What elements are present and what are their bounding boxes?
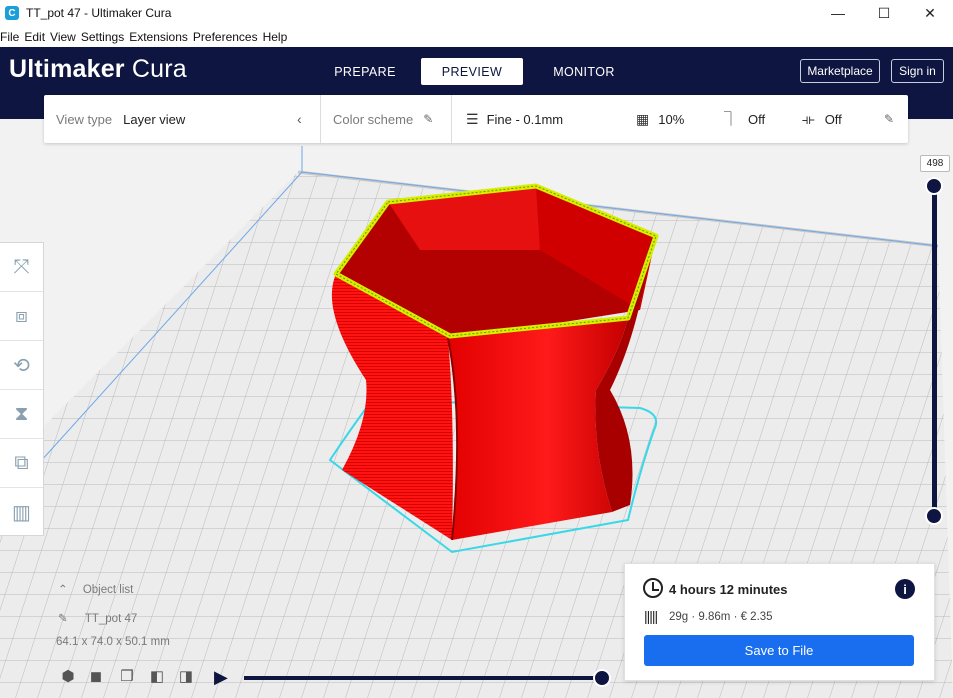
menu-bar: File Edit View Settings Extensions Prefe… — [0, 26, 953, 47]
path-slider-handle[interactable] — [593, 669, 611, 687]
adhesion-icon: ⟛ — [802, 110, 815, 127]
window-title: TT_pot 47 - Ultimaker Cura — [26, 6, 172, 20]
path-slider-track[interactable] — [244, 676, 602, 680]
profile-value: Fine - 0.1mm — [486, 111, 564, 127]
cura-app-icon: C — [5, 6, 19, 20]
info-icon[interactable]: i — [895, 579, 915, 599]
object-dimensions: 64.1 x 74.0 x 50.1 mm — [56, 636, 170, 648]
adhesion-value: Off — [824, 111, 842, 127]
close-button[interactable]: ✕ — [907, 0, 953, 26]
right-view-icon[interactable]: ◨ — [176, 666, 196, 686]
support-value: Off — [748, 111, 766, 127]
infill-icon: ▦ — [636, 110, 650, 127]
toolbar-divider — [320, 95, 321, 143]
stage-toolbar: View type Layer view ‹ Color scheme ✎ ☰ … — [44, 95, 908, 143]
tab-preview[interactable]: PREVIEW — [421, 58, 523, 85]
window-controls: — ☐ ✕ — [815, 0, 953, 26]
color-scheme-label: Color scheme — [333, 111, 414, 127]
profile-lines-icon: ☰ — [466, 110, 479, 127]
front-view-icon[interactable]: ◼ — [86, 666, 106, 686]
object-list-toggle[interactable]: ⌃ Object list — [58, 582, 133, 596]
support-setting[interactable]: ⏋ Off — [724, 95, 765, 143]
logo-secondary: Cura — [131, 55, 187, 83]
pencil-icon: ✎ — [58, 613, 68, 625]
menu-edit[interactable]: Edit — [24, 30, 45, 44]
ultimaker-cura-logo: Ultimaker Cura — [9, 55, 187, 84]
view-type-label: View type — [56, 111, 113, 127]
minimize-button[interactable]: — — [815, 0, 861, 26]
tool-panel: ⤧ ⧈ ⟲ ⧗ ⧉ ▥ — [0, 242, 44, 536]
scale-tool-icon[interactable]: ⧈ — [0, 292, 43, 341]
layer-slider-lower-handle[interactable] — [925, 507, 943, 525]
layer-number-badge[interactable]: 498 — [920, 155, 950, 172]
marketplace-button[interactable]: Marketplace — [800, 59, 880, 83]
menu-help[interactable]: Help — [263, 30, 288, 44]
object-list-label: Object list — [82, 584, 134, 596]
pencil-icon: ✎ — [423, 112, 434, 126]
spool-icon: ||||| — [644, 608, 658, 624]
3d-view-icon[interactable]: ⬢ — [58, 666, 78, 686]
object-name-row[interactable]: ✎ TT_pot 47 — [58, 611, 137, 625]
clock-icon — [643, 578, 663, 598]
menu-extensions[interactable]: Extensions — [129, 30, 188, 44]
mirror-tool-icon[interactable]: ⧗ — [0, 390, 43, 439]
maximize-button[interactable]: ☐ — [861, 0, 907, 26]
pencil-icon[interactable]: ✎ — [884, 95, 894, 143]
color-scheme-selector[interactable]: Color scheme ✎ — [333, 95, 433, 143]
menu-view[interactable]: View — [50, 30, 76, 44]
toolbar-divider — [451, 95, 452, 143]
print-settings-selector[interactable]: ☰ Fine - 0.1mm — [466, 95, 563, 143]
top-view-icon[interactable]: ❒ — [117, 666, 137, 686]
layer-slider-track[interactable] — [932, 186, 937, 516]
menu-settings[interactable]: Settings — [81, 30, 124, 44]
tab-prepare[interactable]: PREPARE — [330, 58, 400, 85]
support-blocker-icon[interactable]: ▥ — [0, 488, 43, 537]
infill-value: 10% — [658, 111, 685, 127]
material-usage: 29g · 9.86m · € 2.35 — [669, 611, 773, 623]
adhesion-setting[interactable]: ⟛ Off — [802, 95, 842, 143]
rotate-tool-icon[interactable]: ⟲ — [0, 341, 43, 390]
menu-preferences[interactable]: Preferences — [193, 30, 258, 44]
tab-monitor[interactable]: MONITOR — [545, 58, 623, 85]
support-icon: ⏋ — [724, 111, 738, 127]
menu-file[interactable]: File — [0, 30, 19, 44]
window-titlebar: C TT_pot 47 - Ultimaker Cura — ☐ ✕ — [0, 0, 953, 26]
signin-button[interactable]: Sign in — [891, 59, 944, 83]
object-name: TT_pot 47 — [84, 613, 138, 625]
print-info-panel: 4 hours 12 minutes i ||||| 29g · 9.86m ·… — [624, 563, 935, 681]
layer-slider-upper-handle[interactable] — [925, 177, 943, 195]
left-view-icon[interactable]: ◧ — [147, 666, 167, 686]
save-to-file-button[interactable]: Save to File — [644, 635, 914, 666]
view-type-value: Layer view — [123, 111, 186, 127]
view-type-selector[interactable]: View type Layer view — [56, 95, 185, 143]
move-tool-icon[interactable]: ⤧ — [0, 243, 43, 292]
print-time: 4 hours 12 minutes — [669, 582, 788, 597]
logo-primary: Ultimaker — [9, 55, 125, 83]
chevron-up-icon: ⌃ — [58, 584, 68, 596]
chevron-left-icon[interactable]: ‹ — [297, 95, 302, 143]
play-icon[interactable]: ▶ — [214, 667, 228, 688]
per-model-settings-icon[interactable]: ⧉ — [0, 439, 43, 488]
infill-setting[interactable]: ▦ 10% — [636, 95, 684, 143]
